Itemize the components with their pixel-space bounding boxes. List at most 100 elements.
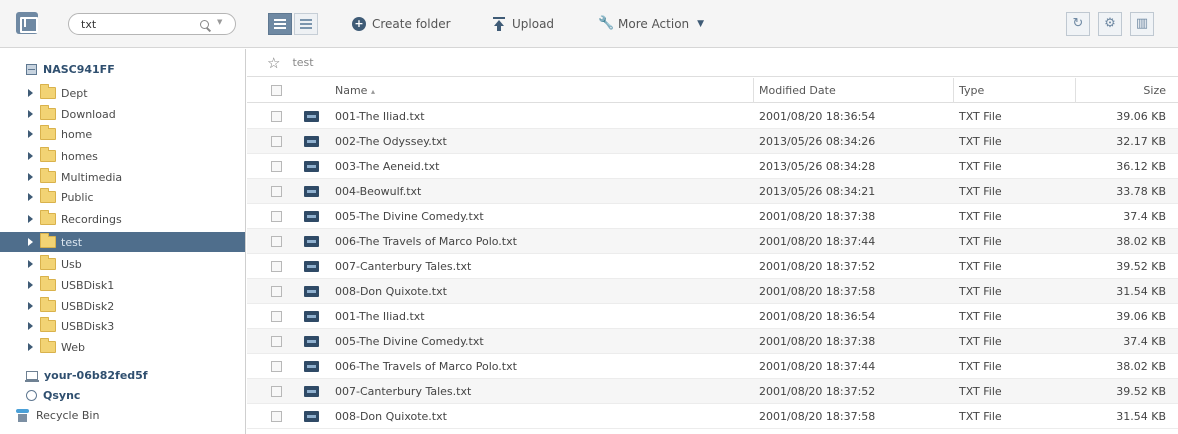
tree-item-dept[interactable]: Dept xyxy=(0,84,245,101)
select-all-checkbox[interactable] xyxy=(271,85,282,96)
expand-arrow-icon[interactable] xyxy=(28,152,33,160)
tree-item-home[interactable]: home xyxy=(0,125,245,142)
tree-item-recycle-bin[interactable]: Recycle Bin xyxy=(16,407,216,423)
panel-button[interactable]: ▥ xyxy=(1130,12,1154,36)
table-row[interactable]: 003-The Aeneid.txt 2013/05/26 08:34:28 T… xyxy=(247,154,1178,179)
table-row[interactable]: 008-Don Quixote.txt 2001/08/20 18:37:58 … xyxy=(247,404,1178,429)
tree-item-homes[interactable]: homes xyxy=(0,147,245,164)
detail-view-button[interactable] xyxy=(268,13,292,35)
file-modified: 2001/08/20 18:37:38 xyxy=(759,335,876,348)
column-type[interactable]: Type xyxy=(959,84,984,97)
more-action-label: More Action xyxy=(618,17,690,31)
tree-item-test[interactable]: test xyxy=(0,232,245,252)
refresh-button[interactable]: ↻ xyxy=(1066,12,1090,36)
txt-file-icon xyxy=(304,211,319,222)
file-modified: 2001/08/20 18:37:58 xyxy=(759,285,876,298)
expand-arrow-icon[interactable] xyxy=(28,260,33,268)
search-box[interactable]: ▼ xyxy=(68,13,236,35)
table-row[interactable]: 007-Canterbury Tales.txt 2001/08/20 18:3… xyxy=(247,254,1178,279)
tree-item-usbdisk3[interactable]: USBDisk3 xyxy=(0,317,245,334)
expand-arrow-icon[interactable] xyxy=(28,238,33,246)
file-size: 33.78 KB xyxy=(1116,185,1166,198)
expand-arrow-icon[interactable] xyxy=(28,281,33,289)
txt-file-icon xyxy=(304,361,319,372)
file-name: 007-Canterbury Tales.txt xyxy=(335,260,472,273)
file-type: TXT File xyxy=(959,285,1002,298)
table-row[interactable]: 006-The Travels of Marco Polo.txt 2001/0… xyxy=(247,354,1178,379)
tree-item-pc[interactable]: your-06b82fed5f xyxy=(25,369,148,382)
tree-item-qsync[interactable]: Qsync xyxy=(26,389,80,402)
table-row[interactable]: 007-Canterbury Tales.txt 2001/08/20 18:3… xyxy=(247,379,1178,404)
expand-arrow-icon[interactable] xyxy=(28,322,33,330)
file-size: 38.02 KB xyxy=(1116,235,1166,248)
tree-item-download[interactable]: Download xyxy=(0,105,245,122)
table-row[interactable]: 002-The Odyssey.txt 2013/05/26 08:34:26 … xyxy=(247,129,1178,154)
file-modified: 2001/08/20 18:37:44 xyxy=(759,360,876,373)
tree-item-usbdisk1[interactable]: USBDisk1 xyxy=(0,276,245,293)
expand-arrow-icon[interactable] xyxy=(28,173,33,181)
table-row[interactable]: 001-The Iliad.txt 2001/08/20 18:36:54 TX… xyxy=(247,104,1178,129)
row-checkbox[interactable] xyxy=(271,386,282,397)
file-type: TXT File xyxy=(959,235,1002,248)
row-checkbox[interactable] xyxy=(271,261,282,272)
tree-item-public[interactable]: Public xyxy=(0,188,245,205)
expand-arrow-icon[interactable] xyxy=(28,130,33,138)
expand-arrow-icon[interactable] xyxy=(28,193,33,201)
table-header: Name ▴ Modified Date Type Size xyxy=(247,78,1178,103)
row-checkbox[interactable] xyxy=(271,361,282,372)
column-size[interactable]: Size xyxy=(1143,84,1166,97)
tree-item-label: Qsync xyxy=(43,389,81,402)
tree-item-usbdisk2[interactable]: USBDisk2 xyxy=(0,297,245,314)
table-row[interactable]: 005-The Divine Comedy.txt 2001/08/20 18:… xyxy=(247,204,1178,229)
file-name: 001-The Iliad.txt xyxy=(335,310,425,323)
tree-item-usb[interactable]: Usb xyxy=(0,255,245,272)
upload-label: Upload xyxy=(512,17,555,31)
tree-item-recordings[interactable]: Recordings xyxy=(0,210,245,227)
tree-item-web[interactable]: Web xyxy=(0,338,245,355)
row-checkbox[interactable] xyxy=(271,161,282,172)
table-row[interactable]: 001-The Iliad.txt 2001/08/20 18:36:54 TX… xyxy=(247,304,1178,329)
plus-circle-icon: + xyxy=(352,17,366,31)
row-checkbox[interactable] xyxy=(271,211,282,222)
tree-item-multimedia[interactable]: Multimedia xyxy=(0,168,245,185)
table-row[interactable]: 006-The Travels of Marco Polo.txt 2001/0… xyxy=(247,229,1178,254)
more-action-button[interactable]: 🔧 More Action ▼ xyxy=(598,13,704,35)
breadcrumb: ☆ test xyxy=(247,49,1178,77)
table-row[interactable]: 005-The Divine Comedy.txt 2001/08/20 18:… xyxy=(247,329,1178,354)
settings-button[interactable]: ⚙ xyxy=(1098,12,1122,36)
expand-arrow-icon[interactable] xyxy=(28,110,33,118)
tree-item-label: Public xyxy=(61,190,94,204)
expand-arrow-icon[interactable] xyxy=(28,302,33,310)
list-view-button[interactable] xyxy=(294,13,318,35)
create-folder-button[interactable]: + Create folder xyxy=(352,13,451,35)
expand-arrow-icon[interactable] xyxy=(28,343,33,351)
row-checkbox[interactable] xyxy=(271,411,282,422)
column-modified-date[interactable]: Modified Date xyxy=(759,84,836,97)
column-name[interactable]: Name ▴ xyxy=(335,84,375,97)
row-checkbox[interactable] xyxy=(271,336,282,347)
row-checkbox[interactable] xyxy=(271,286,282,297)
table-row[interactable]: 008-Don Quixote.txt 2001/08/20 18:37:58 … xyxy=(247,279,1178,304)
expand-arrow-icon[interactable] xyxy=(28,89,33,97)
create-folder-label: Create folder xyxy=(372,17,451,31)
folder-icon xyxy=(40,317,56,332)
file-station-icon[interactable] xyxy=(16,12,38,34)
row-checkbox[interactable] xyxy=(271,236,282,247)
row-checkbox[interactable] xyxy=(271,186,282,197)
search-input[interactable] xyxy=(81,16,191,32)
row-checkbox[interactable] xyxy=(271,311,282,322)
star-icon[interactable]: ☆ xyxy=(267,54,280,72)
row-checkbox[interactable] xyxy=(271,111,282,122)
tree-root-nas[interactable]: NASC941FF xyxy=(26,63,115,76)
breadcrumb-path[interactable]: test xyxy=(292,56,313,69)
search-icon[interactable] xyxy=(200,20,209,29)
computer-icon xyxy=(25,371,39,382)
table-row[interactable]: 004-Beowulf.txt 2013/05/26 08:34:21 TXT … xyxy=(247,179,1178,204)
search-options-chevron-down-icon[interactable]: ▼ xyxy=(217,18,222,26)
upload-button[interactable]: Upload xyxy=(492,13,554,35)
expand-arrow-icon[interactable] xyxy=(28,215,33,223)
file-name: 003-The Aeneid.txt xyxy=(335,160,440,173)
wrench-icon: 🔧 xyxy=(598,16,615,31)
upload-icon xyxy=(492,17,506,31)
row-checkbox[interactable] xyxy=(271,136,282,147)
